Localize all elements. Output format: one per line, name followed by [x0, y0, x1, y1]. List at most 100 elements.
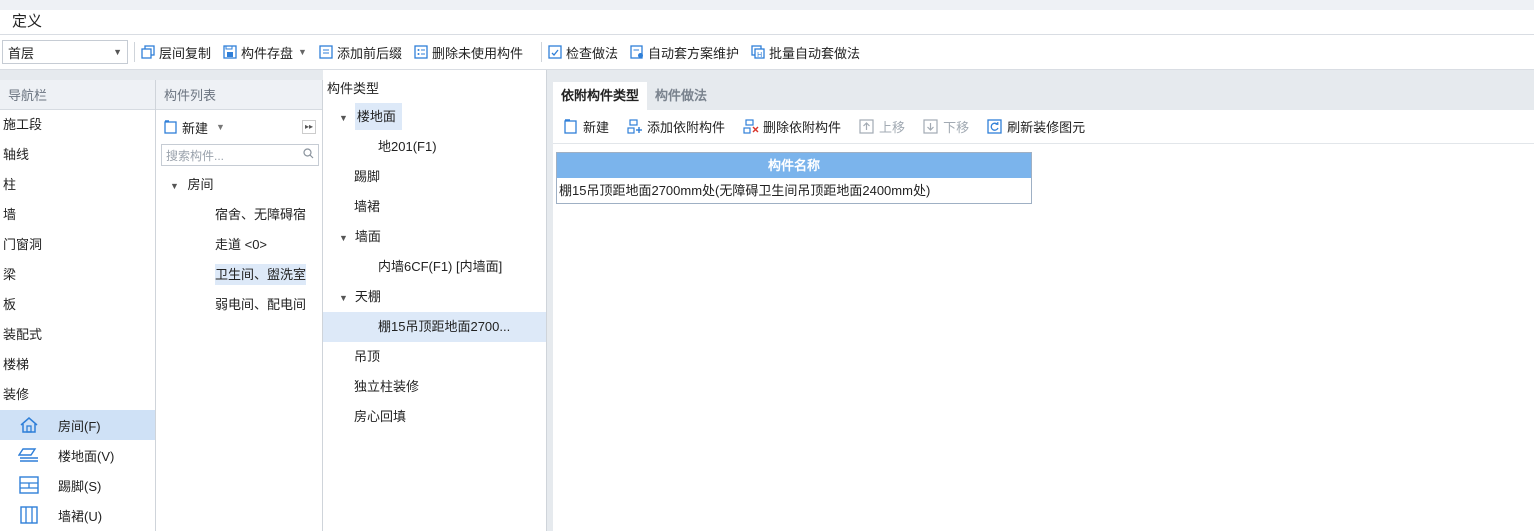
home-icon	[18, 415, 40, 435]
list-item-selected[interactable]: 卫生间、盥洗室	[156, 260, 322, 290]
tab-bar: 依附构件类型 构件做法	[553, 80, 1534, 110]
new-button[interactable]: 新建	[563, 117, 609, 136]
save-component-button[interactable]: 构件存盘 ▼	[223, 43, 307, 62]
nav-sub-label: 楼地面(V)	[58, 448, 115, 464]
add-affix-label: 添加前后缀	[336, 45, 402, 61]
type-item[interactable]: 墙裙	[323, 192, 546, 222]
delete-unused-label: 删除未使用构件	[431, 45, 523, 61]
type-item[interactable]: 地201(F1)	[323, 132, 546, 162]
nav-sub-skirting[interactable]: 踢脚(S)	[0, 470, 155, 500]
type-item[interactable]: 吊顶	[323, 342, 546, 372]
auto-scheme-label: 自动套方案维护	[648, 45, 740, 61]
move-down-label: 下移	[943, 120, 970, 135]
nav-sub-floor-surface[interactable]: 楼地面(V)	[0, 440, 155, 470]
nav-item-wall[interactable]: 墙	[0, 200, 155, 230]
nav-item-construction-stage[interactable]: 施工段	[0, 110, 155, 140]
table-row[interactable]: 棚15吊顶距地面2700mm处(无障碍卫生间吊顶距地面2400mm处)	[557, 178, 1031, 203]
type-label: 墙面	[354, 229, 381, 244]
delete-attached-label: 删除依附构件	[763, 120, 842, 135]
nav-item-prefabricated[interactable]: 装配式	[0, 320, 155, 350]
component-types-header: 构件类型	[323, 70, 546, 102]
attached-components-panel: 依附构件类型 构件做法 新建 添加依附构件 删除依附构件 上移 下移 刷新装修图…	[547, 80, 1534, 531]
check-method-icon	[548, 45, 562, 59]
type-group-ceiling[interactable]: ▼ 天棚	[323, 282, 546, 312]
chevron-down-icon[interactable]: ▼	[298, 47, 307, 57]
new-component-button[interactable]: 新建	[182, 118, 208, 137]
tree-group-label: 房间	[187, 177, 214, 192]
type-item[interactable]: 房心回填	[323, 402, 546, 432]
move-up-label: 上移	[879, 120, 906, 135]
move-down-icon	[923, 119, 939, 134]
search-icon	[303, 148, 314, 162]
type-group-wall-surface[interactable]: ▼ 墙面	[323, 222, 546, 252]
component-list-toolbar: 新建 ▼ ▸▸	[156, 110, 322, 144]
move-up-button[interactable]: 上移	[859, 117, 905, 136]
chevron-down-icon[interactable]: ▼	[339, 293, 348, 303]
list-item[interactable]: 弱电间、配电间	[156, 290, 322, 320]
list-item[interactable]: 走道 <0>	[156, 230, 322, 260]
nav-item-decoration[interactable]: 装修	[0, 380, 155, 410]
auto-scheme-button[interactable]: 自动套方案维护	[630, 43, 739, 62]
nav-item-beam[interactable]: 梁	[0, 260, 155, 290]
panel-separator-band	[0, 70, 1534, 80]
type-item[interactable]: 内墙6CF(F1) [内墙面]	[323, 252, 546, 282]
list-item-label: 卫生间、盥洗室	[215, 264, 307, 285]
nav-item-stairs[interactable]: 楼梯	[0, 350, 155, 380]
batch-auto-icon: H	[751, 45, 765, 59]
batch-auto-button[interactable]: H 批量自动套做法	[751, 43, 860, 62]
tab-attached-types[interactable]: 依附构件类型	[553, 82, 648, 110]
check-method-label: 检查做法	[565, 45, 618, 61]
nav-sub-room[interactable]: 房间(F)	[0, 410, 155, 440]
list-item[interactable]: 宿舍、无障碍宿	[156, 200, 322, 230]
move-down-button[interactable]: 下移	[923, 117, 969, 136]
nav-item-column[interactable]: 柱	[0, 170, 155, 200]
toolbar-divider	[540, 42, 542, 62]
chevron-down-icon[interactable]: ▼	[339, 233, 348, 243]
chevron-down-icon[interactable]: ▼	[170, 181, 179, 191]
check-method-button[interactable]: 检查做法	[548, 43, 618, 62]
save-component-icon	[223, 45, 237, 59]
nav-sub-dado[interactable]: 墙裙(U)	[0, 500, 155, 530]
add-affix-button[interactable]: 添加前后缀	[319, 43, 402, 62]
nav-item-slab[interactable]: 板	[0, 290, 155, 320]
type-item-selected[interactable]: 棚15吊顶距地面2700...	[323, 312, 546, 342]
main-toolbar: 首层 ▼ 层间复制 构件存盘 ▼ 添加前后缀 删除未使用构件 检查做法 自动套方…	[0, 34, 1534, 70]
delete-unused-button[interactable]: 删除未使用构件	[414, 43, 523, 62]
chevron-down-icon[interactable]: ▼	[339, 113, 348, 123]
list-item-label: 弱电间、配电间	[215, 297, 307, 312]
table-header-component-name[interactable]: 构件名称	[557, 153, 1031, 178]
nav-item-axis[interactable]: 轴线	[0, 140, 155, 170]
tab-component-method[interactable]: 构件做法	[647, 82, 716, 110]
blurred-top-strip	[0, 0, 1534, 10]
floor-select[interactable]: 首层 ▼	[2, 40, 128, 64]
more-options-icon[interactable]: ▸▸	[302, 120, 316, 134]
refresh-icon	[987, 119, 1003, 134]
new-icon	[164, 120, 178, 134]
chevron-down-icon[interactable]: ▼	[216, 122, 225, 132]
svg-text:H: H	[757, 51, 762, 59]
delete-attached-button[interactable]: 删除依附构件	[743, 117, 841, 136]
nav-item-door-window-opening[interactable]: 门窗洞	[0, 230, 155, 260]
nav-sub-label: 墙裙(U)	[58, 508, 103, 524]
attached-toolbar: 新建 添加依附构件 删除依附构件 上移 下移 刷新装修图元	[553, 110, 1534, 144]
type-item[interactable]: 踢脚	[323, 162, 546, 192]
copy-floors-label: 层间复制	[159, 45, 212, 61]
copy-floors-button[interactable]: 层间复制	[141, 43, 211, 62]
batch-auto-label: 批量自动套做法	[769, 45, 861, 61]
type-group-floor-surface[interactable]: ▼ 楼地面	[323, 102, 546, 132]
type-label: 天棚	[354, 289, 381, 304]
attached-components-table: 构件名称 棚15吊顶距地面2700mm处(无障碍卫生间吊顶距地面2400mm处)	[556, 152, 1032, 204]
add-attached-button[interactable]: 添加依附构件	[627, 117, 725, 136]
nav-sub-label: 房间(F)	[58, 418, 101, 434]
new-icon	[563, 119, 579, 134]
refresh-decoration-label: 刷新装修图元	[1007, 120, 1086, 135]
skirting-icon	[18, 475, 40, 495]
nav-header: 导航栏	[0, 80, 155, 110]
title-bar: 定义	[0, 0, 1534, 34]
tree-group-room[interactable]: ▼ 房间	[156, 170, 322, 200]
type-item[interactable]: 独立柱装修	[323, 372, 546, 402]
component-list-header: 构件列表	[156, 80, 322, 110]
refresh-decoration-button[interactable]: 刷新装修图元	[987, 117, 1085, 136]
component-types-panel: 构件类型 ▼ 楼地面 地201(F1) 踢脚 墙裙 ▼ 墙面 内墙6CF(F1) […	[323, 70, 547, 531]
search-input[interactable]: 搜索构件...	[161, 144, 319, 166]
